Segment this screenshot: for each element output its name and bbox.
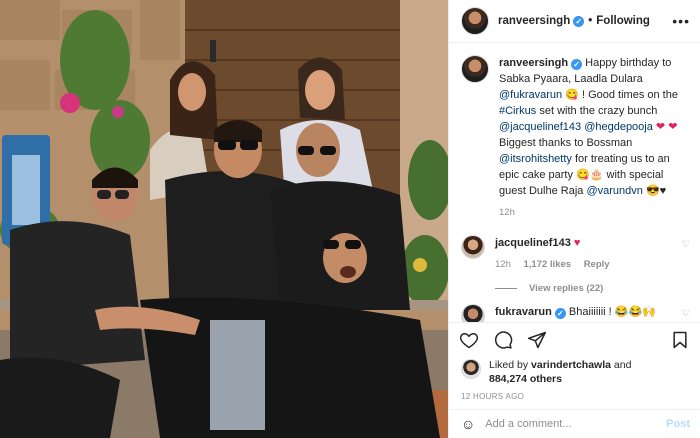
instagram-post: ranveersingh ✓ • Following ••• ranveersi… xyxy=(0,0,700,438)
emoji-icon: 😎♥ xyxy=(645,185,667,198)
share-icon[interactable] xyxy=(527,330,547,350)
post-timestamp[interactable]: 12 HOURS AGO xyxy=(449,386,700,409)
liker-avatar[interactable] xyxy=(461,358,481,379)
caption-part3: set with the crazy bunch xyxy=(539,105,658,118)
heart-emoji-icon: ❤ xyxy=(668,121,678,134)
caption-part2: ! Good times on the xyxy=(581,89,678,102)
comment: fukravarun ✓ Bhaiiiiiii ! 😂😂🙌 ♡ xyxy=(461,304,690,323)
post-side-panel: ranveersingh ✓ • Following ••• ranveersi… xyxy=(448,0,700,438)
liked-by-and: and xyxy=(613,358,632,371)
emoji-icon: 😋 xyxy=(565,89,579,102)
more-horizontal-icon[interactable]: ••• xyxy=(672,13,690,29)
reply-button[interactable]: Reply xyxy=(584,259,610,270)
mention-pooja[interactable]: @hegdepooja xyxy=(584,121,653,133)
author-username[interactable]: ranveersingh xyxy=(498,15,570,27)
verified-badge-icon: ✓ xyxy=(571,59,583,71)
bookmark-icon[interactable] xyxy=(670,330,690,350)
comment-input[interactable] xyxy=(485,417,667,430)
verified-badge-icon: ✓ xyxy=(573,15,585,27)
caption: ranveersingh ✓ Happy birthday to Sabka Py… xyxy=(461,55,690,221)
following-button[interactable]: Following xyxy=(596,15,650,27)
comment-like-heart-icon[interactable]: ♡ xyxy=(682,235,690,273)
post-header: ranveersingh ✓ • Following ••• xyxy=(449,0,700,44)
comments-list[interactable]: ranveersingh ✓ Happy birthday to Sabka Py… xyxy=(449,43,700,323)
comment: jacquelinef143 ♥ 12h 1,172 likes Reply ♡ xyxy=(461,235,690,273)
mention-varundvn[interactable]: @varundvn xyxy=(586,185,642,197)
hashtag-cirkus[interactable]: #Cirkus xyxy=(499,105,536,117)
caption-meta: 12h xyxy=(499,205,690,221)
mention-fukravarun[interactable]: @fukravarun xyxy=(499,89,562,101)
view-replies-label: View replies (22) xyxy=(529,283,604,295)
caption-avatar[interactable] xyxy=(461,55,489,84)
comment-icon[interactable] xyxy=(493,330,513,350)
add-comment-bar: ☺ Post xyxy=(449,408,700,438)
post-photo[interactable] xyxy=(0,0,448,438)
view-replies-button[interactable]: View replies (22) xyxy=(495,283,690,294)
comment-likes[interactable]: 1,172 likes xyxy=(524,259,572,270)
header-separator: • xyxy=(588,15,593,28)
likes-summary: Liked by varindertchawla and 884,274 oth… xyxy=(449,358,700,386)
comment-like-heart-icon[interactable]: ♡ xyxy=(682,304,690,322)
verified-badge-icon: ✓ xyxy=(554,308,566,320)
post-actions xyxy=(449,322,700,357)
comment-avatar[interactable] xyxy=(461,235,485,260)
liked-by-prefix: Liked by xyxy=(489,358,529,371)
caption-age: 12h xyxy=(499,207,515,219)
liker-username[interactable]: varindertchawla xyxy=(531,359,611,371)
smiley-icon[interactable]: ☺ xyxy=(461,416,475,432)
caption-part4: Biggest thanks to Bossman xyxy=(499,137,633,150)
comment-meta: 12h 1,172 likes Reply xyxy=(495,257,682,273)
mention-jacqueline[interactable]: @jacquelinef143 xyxy=(499,121,581,133)
cake-emoji-icon: 😋🎂 xyxy=(576,169,604,182)
post-button[interactable]: Post xyxy=(666,418,690,430)
caption-username[interactable]: ranveersingh xyxy=(499,57,568,69)
replies-line xyxy=(495,288,517,290)
likes-count[interactable]: 884,274 others xyxy=(489,373,562,385)
comment-text: Bhaiiiiiii ! xyxy=(568,306,612,319)
author-avatar[interactable] xyxy=(461,7,489,36)
heart-icon[interactable] xyxy=(459,330,479,350)
emoji-icon: 😂😂🙌 xyxy=(614,306,656,319)
comment-username[interactable]: fukravarun xyxy=(495,306,552,318)
caption-text: ranveersingh ✓ Happy birthday to Sabka Py… xyxy=(499,55,690,199)
comment-text: ♥ xyxy=(573,237,581,250)
mention-rohit[interactable]: @itsrohitshetty xyxy=(499,153,572,165)
heart-emoji-icon: ❤ xyxy=(655,121,666,134)
comment-avatar[interactable] xyxy=(461,304,485,323)
comment-username[interactable]: jacquelinef143 xyxy=(495,237,571,249)
comment-age: 12h xyxy=(495,259,511,271)
